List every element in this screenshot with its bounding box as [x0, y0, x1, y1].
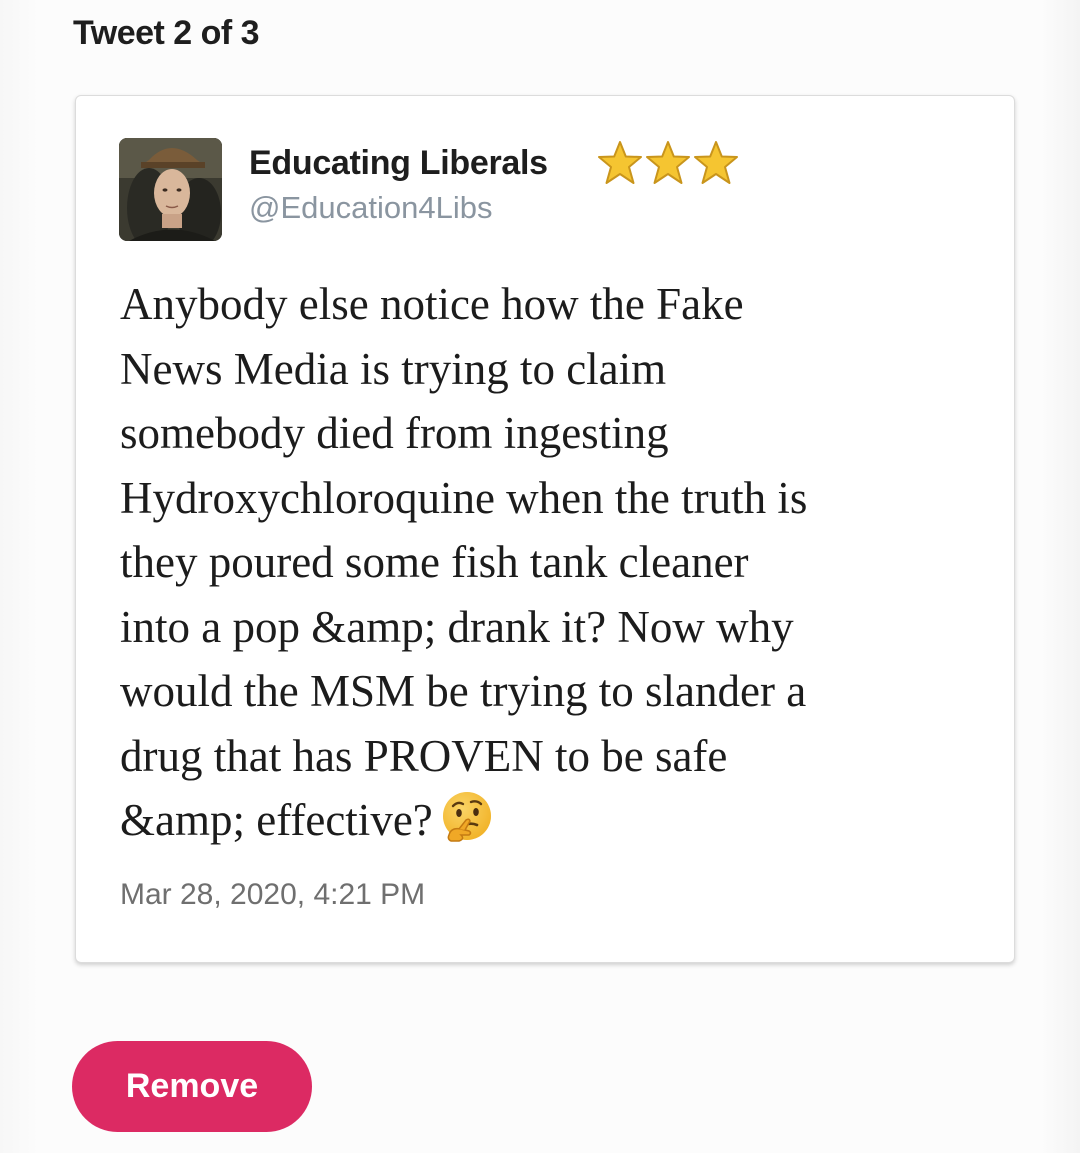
- display-name: Educating Liberals: [249, 144, 548, 182]
- avatar: [119, 138, 222, 241]
- star-icon: [646, 141, 690, 184]
- star-icon: [598, 141, 642, 184]
- tweet-card: Educating Liberals @Education4Libs Anybo…: [75, 95, 1015, 963]
- user-handle: @Education4Libs: [249, 190, 493, 225]
- page-background: Tweet 2 of 3 Educating Liberals @Educati…: [0, 0, 1080, 1153]
- star-icon: [694, 141, 738, 184]
- tweet-text: Anybody else notice how the Fake News Me…: [120, 279, 808, 845]
- remove-button[interactable]: Remove: [72, 1041, 312, 1132]
- tweet-counter: Tweet 2 of 3: [73, 14, 260, 52]
- name-badges: [596, 140, 740, 186]
- thinking-face-emoji: [439, 789, 495, 863]
- tweet-timestamp: Mar 28, 2020, 4:21 PM: [120, 878, 426, 911]
- tweet-text-block: Anybody else notice how the Fake News Me…: [120, 272, 980, 863]
